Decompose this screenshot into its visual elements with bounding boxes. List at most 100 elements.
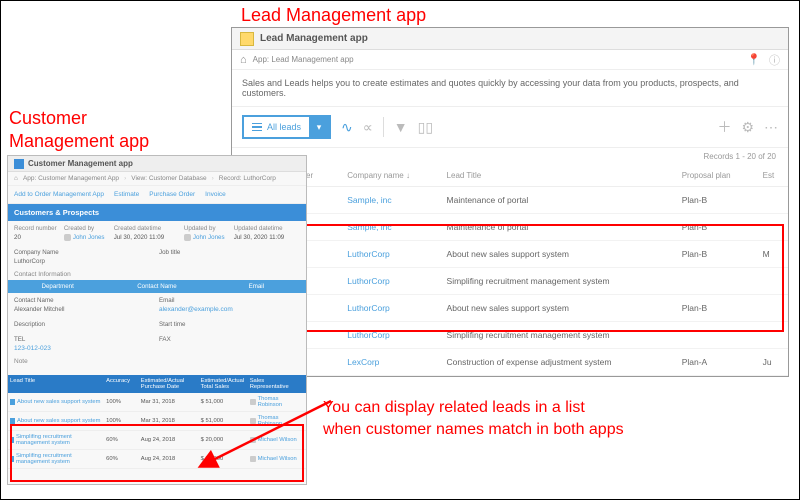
action-estimate[interactable]: Estimate (114, 191, 139, 198)
rl-title[interactable]: About new sales support system (10, 418, 104, 424)
action-invoice[interactable]: Invoice (205, 191, 226, 198)
table-row[interactable]: 9LuthorCorpSimplifing recruitment manage… (232, 322, 788, 349)
share-icon[interactable]: ∝ (363, 119, 373, 136)
rl-rep[interactable]: Thomas Robinson (250, 396, 304, 408)
table-row[interactable]: 11Sample, incMaintenance of portalPlan-B (232, 187, 788, 214)
lbl-updated-datetime: Updated datetime (234, 225, 300, 232)
cell-lead-title: About new sales support system (441, 295, 676, 322)
related-lead-row[interactable]: Simplifing recruitment management system… (8, 450, 306, 469)
annotation-note: You can display related leads in a list … (323, 397, 763, 442)
cust-actions: Add to Order Management App Estimate Pur… (8, 186, 306, 204)
section-contact-info: Contact Information (8, 269, 306, 280)
rl-date: Aug 24, 2018 (141, 456, 199, 462)
cell-est (757, 214, 788, 241)
cell-est (757, 322, 788, 349)
rl-sales: $ 51,000 (201, 418, 248, 424)
bar-chart-icon[interactable]: ▯▯ (418, 119, 433, 136)
user-icon (184, 234, 191, 241)
cell-lead-title: Maintenance of portal (441, 214, 676, 241)
rl-date: Mar 31, 2018 (141, 418, 199, 424)
col-proposal-plan[interactable]: Proposal plan (676, 165, 757, 187)
add-record-button[interactable]: ＋ (717, 117, 731, 137)
record-meta: Record number Created by Created datetim… (8, 221, 306, 245)
rl-rep[interactable]: Thomas Robinson (250, 415, 304, 427)
val-email[interactable]: alexander@example.com (159, 306, 300, 313)
cell-est: M (757, 241, 788, 268)
cell-company[interactable]: LuthorCorp (341, 268, 440, 295)
rl-rep[interactable]: Michael Wilson (250, 456, 304, 462)
toolbar-separator (383, 117, 384, 137)
misc-grid-2: TEL FAX 123-012-023 (8, 332, 306, 356)
action-purchase-order[interactable]: Purchase Order (149, 191, 195, 198)
lead-titlebar: Lead Management app (232, 28, 788, 50)
cell-plan (676, 268, 757, 295)
cell-lead-title: Construction of expense adjustment syste… (441, 349, 676, 376)
crumb-app[interactable]: App: Customer Management App (23, 175, 119, 182)
lbl-created-datetime: Created datetime (114, 225, 180, 232)
cell-est (757, 295, 788, 322)
val-updated-by[interactable]: John Jones (184, 234, 230, 241)
info-icon[interactable]: ⓘ (769, 52, 780, 68)
related-lead-row[interactable]: About new sales support system100%Mar 31… (8, 412, 306, 431)
cell-lead-title: Maintenance of portal (441, 187, 676, 214)
cust-app-title: Customer Management app (28, 159, 133, 168)
val-created-by[interactable]: John Jones (64, 234, 110, 241)
cell-company[interactable]: Sample, inc (341, 214, 440, 241)
cell-company[interactable]: LexCorp (341, 349, 440, 376)
record-count: Records 1 - 20 of 20 (232, 148, 788, 165)
table-row[interactable]: 18LexCorpConstruction of expense adjustm… (232, 349, 788, 376)
view-dropdown[interactable]: All leads ▾ (242, 115, 331, 139)
action-add-to-order[interactable]: Add to Order Management App (14, 191, 104, 198)
rl-col-sales: Estimated/Actual Total Sales (201, 378, 248, 390)
more-icon[interactable]: ⋯ (764, 119, 778, 136)
cell-company[interactable]: LuthorCorp (341, 241, 440, 268)
col-est[interactable]: Est (757, 165, 788, 187)
crumb-view[interactable]: View: Customer Database (131, 175, 206, 182)
annotation-customer-line2: Management app (9, 131, 149, 151)
misc-grid-1: Description Start time (8, 317, 306, 332)
lbl-updated-by: Updated by (184, 225, 230, 232)
cell-company[interactable]: LuthorCorp (341, 322, 440, 349)
related-lead-row[interactable]: About new sales support system100%Mar 31… (8, 393, 306, 412)
lead-table: Record number Company name ↓ Lead Title … (232, 165, 788, 376)
rl-sales: $ 20,000 (201, 437, 248, 443)
lbl-created-by: Created by (64, 225, 110, 232)
doc-icon (10, 456, 14, 462)
cell-plan: Plan-B (676, 241, 757, 268)
col-company-name[interactable]: Company name ↓ (341, 165, 440, 187)
contact-info-header: Department Contact Name Email (8, 280, 306, 293)
rl-rep[interactable]: Michael Wilson (250, 437, 304, 443)
line-chart-icon[interactable]: ∿ (341, 119, 353, 136)
cell-company[interactable]: Sample, inc (341, 187, 440, 214)
table-row[interactable]: 1Sample, incMaintenance of portalPlan-B (232, 214, 788, 241)
dropdown-label: All leads (267, 122, 301, 132)
customer-management-window: Customer Management app ⌂ App: Customer … (7, 155, 307, 485)
lbl-description: Description (14, 321, 155, 328)
rl-title[interactable]: About new sales support system (10, 399, 104, 405)
table-row[interactable]: 10LuthorCorpAbout new sales support syst… (232, 295, 788, 322)
home-icon[interactable]: ⌂ (14, 175, 18, 182)
company-grid: Company Name Job title LuthorCorp (8, 245, 306, 269)
rl-title[interactable]: Simplifing recruitment management system (10, 434, 104, 446)
val-tel[interactable]: 123-012-023 (14, 345, 155, 352)
gear-icon[interactable]: ⚙ (741, 119, 754, 136)
table-row[interactable]: 20LuthorCorpAbout new sales support syst… (232, 241, 788, 268)
cell-plan: Plan-B (676, 187, 757, 214)
lead-toolbar: All leads ▾ ∿ ∝ ▼ ▯▯ ＋ ⚙ ⋯ (232, 107, 788, 148)
pin-icon[interactable]: 📍 (747, 53, 761, 66)
rl-col-accuracy: Accuracy (106, 378, 139, 390)
related-lead-row[interactable]: Simplifing recruitment management system… (8, 431, 306, 450)
col-lead-title[interactable]: Lead Title (441, 165, 676, 187)
home-icon[interactable]: ⌂ (240, 54, 247, 66)
crumb-record[interactable]: Record: LuthorCorp (219, 175, 276, 182)
annotation-customer-title: Customer Management app (9, 107, 149, 154)
filter-icon[interactable]: ▼ (394, 119, 408, 135)
rl-title[interactable]: Simplifing recruitment management system (10, 453, 104, 465)
val-created-datetime: Jul 30, 2020 11:09 (114, 234, 180, 241)
contact-detail: Contact Name Email Alexander Mitchell al… (8, 293, 306, 317)
table-row[interactable]: 19LuthorCorpSimplifing recruitment manag… (232, 268, 788, 295)
annotation-note-line1: You can display related leads in a list (323, 399, 585, 416)
cell-company[interactable]: LuthorCorp (341, 295, 440, 322)
lbl-record-number: Record number (14, 225, 60, 232)
breadcrumb-text[interactable]: App: Lead Management app (253, 55, 354, 64)
